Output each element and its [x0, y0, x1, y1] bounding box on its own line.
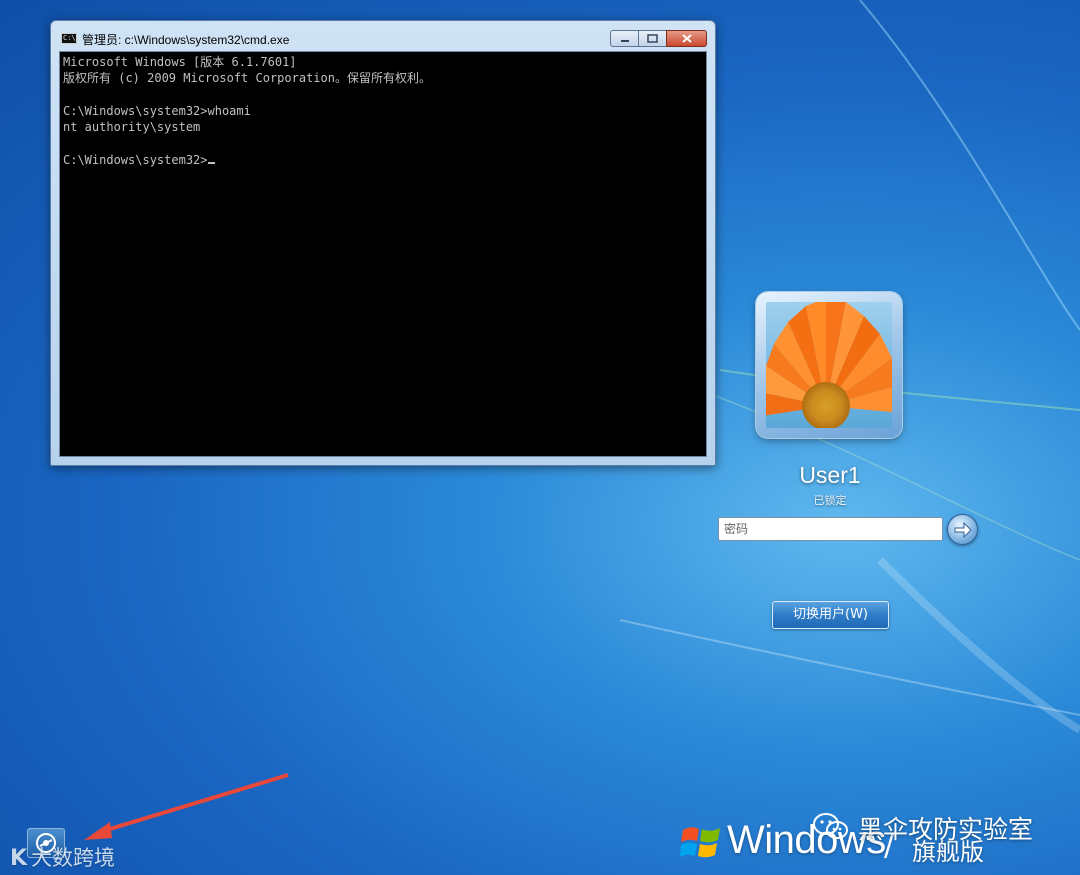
password-input[interactable] — [718, 517, 943, 541]
cmd-title-bar[interactable]: C:\ 管理员: c:\Windows\system32\cmd.exe — [51, 21, 715, 51]
cmd-window[interactable]: C:\ 管理员: c:\Windows\system32\cmd.exe Mic… — [50, 20, 716, 466]
minimize-icon — [620, 39, 629, 42]
console-prompt-line: C:\Windows\system32> — [63, 152, 703, 168]
user-tile[interactable] — [756, 292, 902, 438]
user-status: 已锁定 — [813, 494, 847, 507]
close-icon — [681, 34, 692, 43]
user-name: User1 — [799, 462, 861, 488]
console-line: Microsoft Windows [版本 6.1.7601] — [63, 55, 297, 69]
watermark-left: K 大数跨境 — [10, 842, 115, 872]
arrow-right-icon — [954, 521, 972, 538]
maximize-button[interactable] — [638, 30, 667, 47]
watermark-logo-mark: K — [10, 846, 28, 871]
maximize-icon — [647, 34, 658, 43]
cmd-app-icon: C:\ — [61, 33, 77, 44]
console-line: 版权所有 (c) 2009 Microsoft Corporation。保留所有… — [63, 71, 431, 86]
console-line: nt authority\system — [63, 120, 201, 135]
close-button[interactable] — [666, 30, 707, 47]
user-avatar — [766, 302, 892, 428]
watermark-left-text: 大数跨境 — [31, 846, 116, 870]
windows-logo-icon — [680, 827, 720, 858]
cmd-console[interactable]: Microsoft Windows [版本 6.1.7601] 版权所有 (c) … — [59, 51, 707, 457]
console-line: C:\Windows\system32>whoami — [63, 103, 251, 118]
console-cursor — [207, 161, 215, 164]
watermark-right: 黑伞攻防实验室 — [858, 815, 1034, 844]
submit-button[interactable] — [947, 514, 978, 545]
minimize-button[interactable] — [610, 30, 639, 47]
wechat-icon — [813, 813, 848, 839]
console-prompt: C:\Windows\system32> — [63, 152, 208, 167]
switch-user-button[interactable]: 切换用户(W) — [772, 601, 889, 629]
cmd-window-title: 管理员: c:\Windows\system32\cmd.exe — [82, 33, 290, 47]
